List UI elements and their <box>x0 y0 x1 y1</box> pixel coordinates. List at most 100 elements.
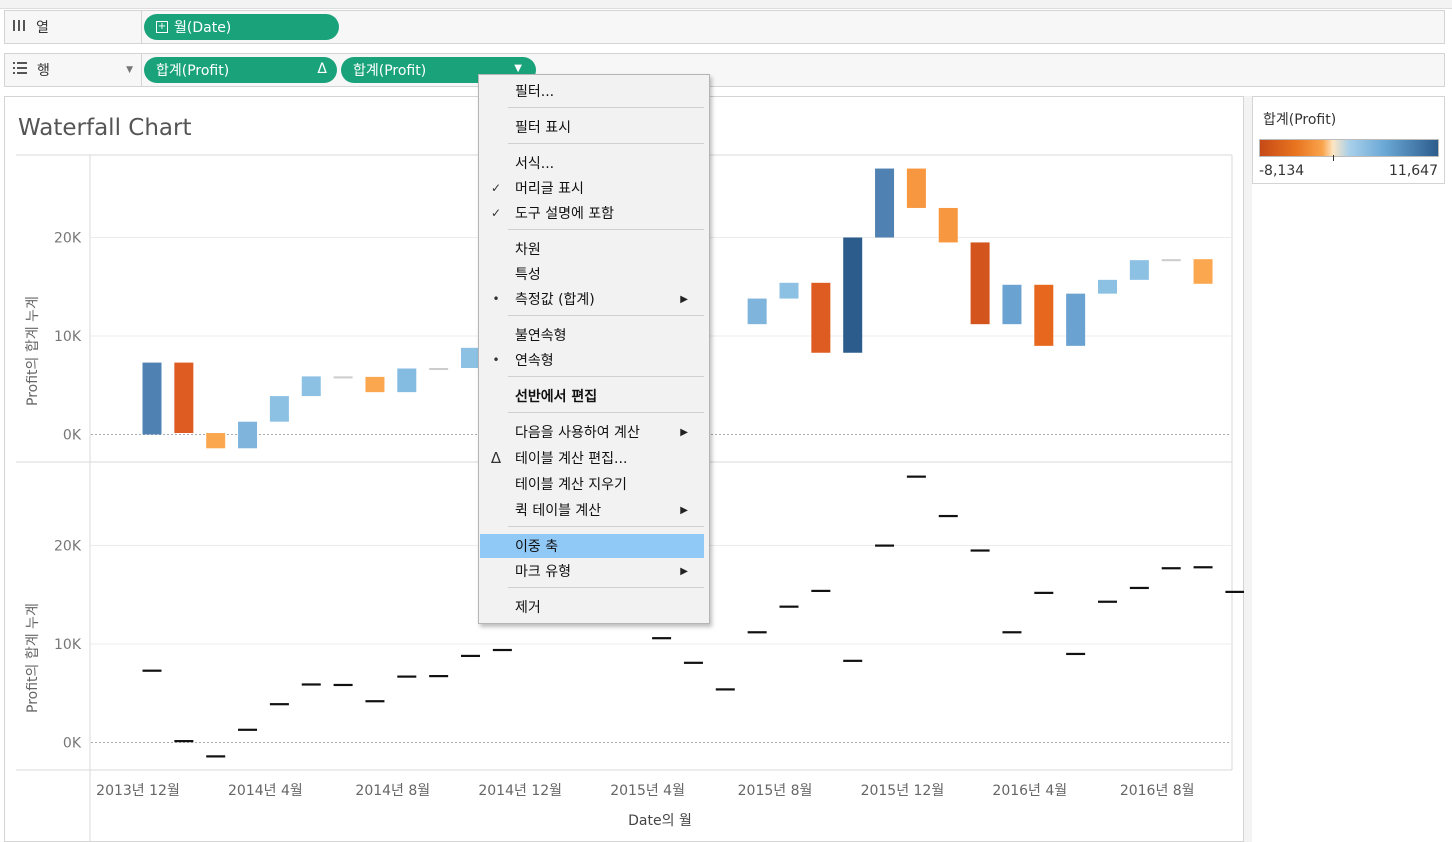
chevron-down-icon[interactable]: ▼ <box>514 63 522 74</box>
menu-item-0[interactable]: 필터... <box>480 79 704 103</box>
waterfall-bar[interactable] <box>269 396 289 422</box>
waterfall-bar[interactable] <box>843 237 863 353</box>
waterfall-bar[interactable] <box>938 207 958 243</box>
cumulative-tick-mark[interactable] <box>1129 586 1149 590</box>
menu-item-3[interactable]: ✓ 머리글 표시 <box>480 176 704 200</box>
menu-item-1[interactable]: 필터 표시 <box>480 115 704 139</box>
rows-shelf[interactable]: 행 ▼ 합계(Profit) Δ 합계(Profit) ▼ <box>4 53 1445 87</box>
cumulative-tick-mark[interactable] <box>492 648 512 652</box>
cumulative-tick-mark[interactable] <box>1225 590 1244 593</box>
menu-item-5[interactable]: 차원 <box>480 237 704 261</box>
menu-item-7[interactable]: • 측정값 (합계) ▶ <box>480 287 704 311</box>
waterfall-bar[interactable] <box>747 298 767 325</box>
waterfall-bar[interactable] <box>301 376 321 397</box>
menu-item-4[interactable]: ✓ 도구 설명에 포함 <box>480 201 704 225</box>
cumulative-tick-mark[interactable] <box>747 631 767 634</box>
cumulative-tick-mark[interactable] <box>683 661 703 664</box>
waterfall-bar[interactable] <box>174 362 194 434</box>
cumulative-tick-mark[interactable] <box>365 700 385 703</box>
bars-icon <box>13 19 26 36</box>
waterfall-bar[interactable] <box>1066 293 1086 346</box>
menu-separator <box>508 143 704 144</box>
cumulative-tick-mark[interactable] <box>301 683 321 686</box>
legend-max: 11,647 <box>1389 163 1438 179</box>
menu-item-label: 연속형 <box>515 353 554 369</box>
waterfall-bar[interactable] <box>365 376 385 393</box>
waterfall-bar[interactable] <box>1098 279 1117 294</box>
color-legend[interactable]: 합계(Profit) -8,134 11,647 <box>1252 96 1445 184</box>
cumulative-tick-mark[interactable] <box>1098 600 1117 603</box>
menu-item-12[interactable]: Δ 테이블 계산 편집... <box>480 446 704 470</box>
cumulative-tick-mark[interactable] <box>970 549 990 552</box>
waterfall-bar[interactable] <box>397 368 417 393</box>
waterfall-bar[interactable] <box>1129 260 1149 280</box>
waterfall-bar[interactable] <box>875 168 895 238</box>
cumulative-tick-mark[interactable] <box>238 728 258 731</box>
cumulative-tick-mark[interactable] <box>843 659 863 662</box>
cumulative-tick-mark[interactable] <box>938 514 958 518</box>
context-menu[interactable]: 필터... 필터 표시서식... ✓ 머리글 표시 ✓ 도구 설명에 포함차원특성 • 측정값… <box>478 74 710 624</box>
menu-item-17[interactable]: 제거 <box>480 595 704 619</box>
cumulative-tick-mark[interactable] <box>461 654 480 658</box>
waterfall-bar[interactable] <box>811 282 831 353</box>
pill-month-date[interactable]: + 월(Date) <box>144 14 339 40</box>
menu-item-label: 필터... <box>515 84 555 100</box>
menu-item-16[interactable]: 마크 유형 ▶ <box>480 559 704 583</box>
cumulative-tick-mark[interactable] <box>206 755 226 758</box>
menu-item-label: 특성 <box>515 267 541 283</box>
x-tick-label: 2013년 12월 <box>96 783 180 799</box>
menu-item-13[interactable]: 테이블 계산 지우기 <box>480 472 704 496</box>
waterfall-bar[interactable] <box>1161 259 1181 262</box>
cumulative-tick-mark[interactable] <box>1161 567 1181 570</box>
menu-separator <box>508 587 704 588</box>
menu-separator <box>508 107 704 108</box>
menu-item-6[interactable]: 특성 <box>480 262 704 286</box>
cumulative-tick-mark[interactable] <box>429 675 449 678</box>
waterfall-bar[interactable] <box>970 242 990 325</box>
waterfall-bar[interactable] <box>429 368 449 371</box>
cumulative-tick-mark[interactable] <box>333 683 353 687</box>
waterfall-bar[interactable] <box>906 168 926 208</box>
waterfall-bar[interactable] <box>333 376 353 379</box>
waterfall-bar[interactable] <box>1002 284 1022 325</box>
waterfall-bar[interactable] <box>206 433 226 449</box>
cumulative-tick-mark[interactable] <box>1002 631 1022 634</box>
cumulative-tick-mark[interactable] <box>811 589 831 593</box>
x-tick-label: 2014년 4월 <box>228 783 303 799</box>
menu-item-2[interactable]: 서식... <box>480 151 704 175</box>
waterfall-bar[interactable] <box>142 362 162 435</box>
x-axis-label: Date의 월 <box>628 813 692 829</box>
pill-profit-sum-1[interactable]: 합계(Profit) Δ <box>144 57 337 83</box>
menu-item-9[interactable]: • 연속형 <box>480 348 704 372</box>
cumulative-tick-mark[interactable] <box>142 669 162 672</box>
menu-item-15[interactable]: 이중 축 <box>480 534 704 558</box>
cumulative-tick-mark[interactable] <box>779 605 799 608</box>
cumulative-tick-mark[interactable] <box>906 475 926 478</box>
cumulative-tick-mark[interactable] <box>397 675 417 678</box>
checkmark-icon: ✓ <box>490 206 502 220</box>
cumulative-tick-mark[interactable] <box>715 688 735 691</box>
cumulative-tick-mark[interactable] <box>875 544 895 547</box>
menu-item-label: 서식... <box>515 156 555 172</box>
x-tick-label: 2015년 4월 <box>610 783 685 799</box>
cumulative-tick-mark[interactable] <box>174 740 194 743</box>
menu-item-label: 차원 <box>515 242 541 258</box>
menu-separator <box>508 526 704 527</box>
cumulative-tick-mark[interactable] <box>1034 591 1054 594</box>
chevron-down-icon[interactable]: ▼ <box>126 65 133 75</box>
cumulative-tick-mark[interactable] <box>1193 566 1213 569</box>
cumulative-tick-mark[interactable] <box>269 703 289 706</box>
columns-shelf[interactable]: 열 + 월(Date) <box>4 10 1445 44</box>
cumulative-tick-mark[interactable] <box>1066 652 1086 656</box>
menu-item-8[interactable]: 불연속형 <box>480 323 704 347</box>
menu-item-10[interactable]: 선반에서 편집 <box>480 384 704 408</box>
menu-separator <box>508 376 704 377</box>
menu-item-14[interactable]: 퀵 테이블 계산 ▶ <box>480 498 704 522</box>
chevron-right-icon: ▶ <box>680 565 688 577</box>
waterfall-bar[interactable] <box>1034 284 1054 346</box>
waterfall-bar[interactable] <box>779 282 799 299</box>
cumulative-tick-mark[interactable] <box>652 637 672 640</box>
menu-item-11[interactable]: 다음을 사용하여 계산 ▶ <box>480 420 704 444</box>
waterfall-bar[interactable] <box>238 421 258 449</box>
waterfall-bar[interactable] <box>1193 259 1213 284</box>
